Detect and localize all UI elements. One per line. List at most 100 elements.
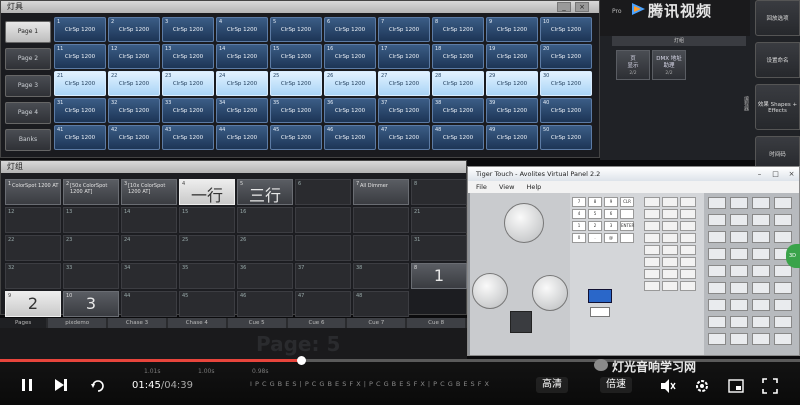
- group-cell[interactable]: 6: [295, 179, 351, 205]
- keypad-key[interactable]: @: [604, 233, 618, 243]
- pause-icon[interactable]: [20, 378, 34, 392]
- fixture-cell[interactable]: 37 ClrSp 1200: [378, 98, 430, 123]
- fixture-cell[interactable]: 48 ClrSp 1200: [432, 125, 484, 150]
- fixture-cell[interactable]: 32 ClrSp 1200: [108, 98, 160, 123]
- function-key[interactable]: [680, 245, 696, 255]
- group-cell[interactable]: 5 三行: [237, 179, 293, 205]
- fixture-cell[interactable]: 42 ClrSp 1200: [108, 125, 160, 150]
- progress-knob[interactable]: [296, 356, 306, 365]
- softkey-button[interactable]: [708, 282, 726, 294]
- fixture-cell[interactable]: 39 ClrSp 1200: [486, 98, 538, 123]
- fixture-cell[interactable]: 5 ClrSp 1200: [270, 17, 322, 42]
- function-key[interactable]: [680, 221, 696, 231]
- group-cell[interactable]: 46: [237, 291, 293, 317]
- function-key[interactable]: [662, 245, 678, 255]
- group-cell[interactable]: 81: [411, 263, 467, 289]
- group-cell[interactable]: 48: [353, 291, 409, 317]
- function-key[interactable]: [644, 245, 660, 255]
- tt-minimize-icon[interactable]: –: [752, 169, 767, 179]
- tt-close-icon[interactable]: ×: [784, 169, 799, 179]
- softkey-button[interactable]: [708, 197, 726, 209]
- softkey-button[interactable]: [774, 316, 792, 328]
- keypad-key[interactable]: 5: [588, 209, 602, 219]
- fixture-cell[interactable]: 38 ClrSp 1200: [432, 98, 484, 123]
- keypad-key[interactable]: [620, 209, 634, 219]
- mute-icon[interactable]: [660, 378, 676, 394]
- function-key[interactable]: [680, 281, 696, 291]
- softkey-button[interactable]: [730, 299, 748, 311]
- softkey-button[interactable]: [730, 316, 748, 328]
- group-cell[interactable]: [353, 207, 409, 233]
- group-cell[interactable]: 23: [63, 235, 119, 261]
- keypad-key[interactable]: 9: [604, 197, 618, 207]
- softkey-button[interactable]: [730, 231, 748, 243]
- group-cell[interactable]: 15: [179, 207, 235, 233]
- keypad-key[interactable]: .: [588, 233, 602, 243]
- menu-file[interactable]: File: [476, 183, 487, 191]
- wheel-b[interactable]: [472, 273, 508, 309]
- fullscreen-icon[interactable]: [762, 378, 778, 394]
- fixture-cell[interactable]: 40 ClrSp 1200: [540, 98, 592, 123]
- playback-tab[interactable]: Cue 7: [347, 318, 406, 328]
- tiger-touch-titlebar[interactable]: Tiger Touch - Avolites Virtual Panel 2.2…: [468, 167, 799, 181]
- group-cell[interactable]: [295, 235, 351, 261]
- menu-view[interactable]: View: [499, 183, 514, 191]
- group-cell[interactable]: 31: [411, 235, 467, 261]
- playback-tab[interactable]: Cue 5: [227, 318, 286, 328]
- playback-tab[interactable]: pixdemo: [48, 318, 107, 328]
- side-tab-playback-options[interactable]: 回放选项: [755, 0, 800, 36]
- softkey-button[interactable]: [708, 248, 726, 260]
- group-cell[interactable]: 2 [50x ColorSpot 1200 AT]: [63, 179, 119, 205]
- fixture-cell[interactable]: 41 ClrSp 1200: [54, 125, 106, 150]
- fixture-cell[interactable]: 21 ClrSp 1200: [54, 71, 106, 96]
- settings-gear-icon[interactable]: [694, 378, 710, 394]
- fixture-cell[interactable]: 16 ClrSp 1200: [324, 44, 376, 69]
- group-cell[interactable]: 32: [5, 263, 61, 289]
- softkey-button[interactable]: [730, 248, 748, 260]
- softkey-button[interactable]: [708, 214, 726, 226]
- group-cell[interactable]: 44: [121, 291, 177, 317]
- speed-button[interactable]: 倍速: [600, 377, 632, 393]
- fixture-cell[interactable]: 9 ClrSp 1200: [486, 17, 538, 42]
- function-key[interactable]: [680, 269, 696, 279]
- fixture-cell[interactable]: 25 ClrSp 1200: [270, 71, 322, 96]
- group-cell[interactable]: 26: [237, 235, 293, 261]
- function-key[interactable]: [644, 269, 660, 279]
- group-cell[interactable]: 8: [411, 179, 467, 205]
- group-cell[interactable]: 45: [179, 291, 235, 317]
- fixture-cell[interactable]: 20 ClrSp 1200: [540, 44, 592, 69]
- fixture-cell[interactable]: 45 ClrSp 1200: [270, 125, 322, 150]
- group-cell[interactable]: 7 All Dimmer: [353, 179, 409, 205]
- keypad-key[interactable]: [620, 233, 634, 243]
- function-key[interactable]: [644, 257, 660, 267]
- fixture-cell[interactable]: 33 ClrSp 1200: [162, 98, 214, 123]
- softkey-button[interactable]: [708, 231, 726, 243]
- group-cell[interactable]: 25: [179, 235, 235, 261]
- keypad-key[interactable]: 7: [572, 197, 586, 207]
- function-key[interactable]: [662, 269, 678, 279]
- fixture-cell[interactable]: 2 ClrSp 1200: [108, 17, 160, 42]
- group-cell[interactable]: 35: [179, 263, 235, 289]
- page-button-5[interactable]: Banks: [5, 129, 51, 151]
- function-key[interactable]: [662, 281, 678, 291]
- picture-in-picture-icon[interactable]: [728, 378, 744, 394]
- fixture-cell[interactable]: 27 ClrSp 1200: [378, 71, 430, 96]
- page-button-2[interactable]: Page 2: [5, 48, 51, 70]
- group-cell[interactable]: 47: [295, 291, 351, 317]
- keypad-key[interactable]: 4: [572, 209, 586, 219]
- stop-button[interactable]: [590, 307, 610, 317]
- quality-button[interactable]: 高清: [536, 377, 568, 393]
- wheel-c[interactable]: [532, 275, 568, 311]
- softkey-button[interactable]: [752, 282, 770, 294]
- group-cell[interactable]: 16: [237, 207, 293, 233]
- function-key[interactable]: [644, 221, 660, 231]
- softkey-button[interactable]: [774, 231, 792, 243]
- keypad-key[interactable]: 6: [604, 209, 618, 219]
- fixture-cell[interactable]: 43 ClrSp 1200: [162, 125, 214, 150]
- playback-tab[interactable]: Chase 3: [108, 318, 166, 328]
- softkey-button[interactable]: [774, 282, 792, 294]
- group-cell[interactable]: 1 ColorSpot 1200 AT: [5, 179, 61, 205]
- fixture-cell[interactable]: 44 ClrSp 1200: [216, 125, 268, 150]
- dmx-address-button[interactable]: DMX 地址 助理 2/2: [652, 50, 686, 80]
- group-cell[interactable]: 12: [5, 207, 61, 233]
